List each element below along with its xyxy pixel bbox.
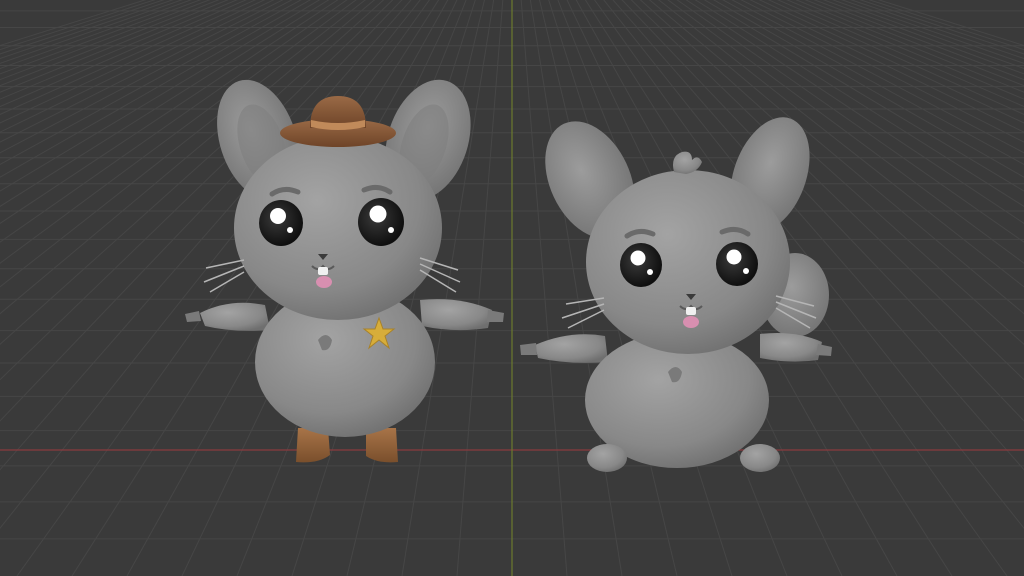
teeth <box>686 307 696 315</box>
tongue <box>316 276 332 288</box>
left-eye-sparkle <box>647 269 653 275</box>
right-eye-highlight <box>726 249 742 265</box>
tongue <box>683 316 699 328</box>
left-hand <box>520 343 537 355</box>
left-eye-sparkle <box>287 227 293 233</box>
left-foot <box>587 444 627 472</box>
left-eye-highlight <box>630 250 646 266</box>
left-eye <box>620 243 662 287</box>
left-eye-highlight <box>270 208 286 224</box>
right-eye-sparkle <box>743 268 749 274</box>
right-eye-highlight <box>369 205 387 223</box>
right-eye <box>358 198 404 246</box>
right-eye-sparkle <box>388 227 394 233</box>
right-eye <box>716 242 758 286</box>
teeth <box>318 267 328 275</box>
viewport-canvas[interactable] <box>0 0 1024 576</box>
right-foot <box>740 444 780 472</box>
3d-viewport[interactable] <box>0 0 1024 576</box>
